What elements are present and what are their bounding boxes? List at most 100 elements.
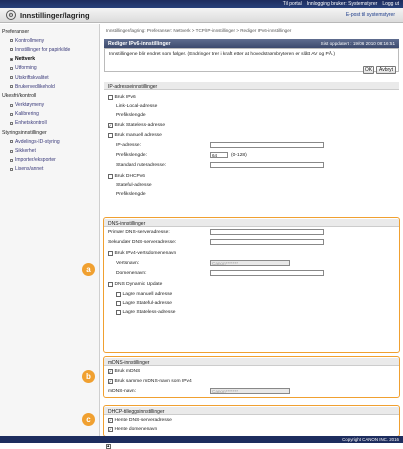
dhcp-domain-row: ✓ Hente domenenavn xyxy=(108,427,157,432)
ip-address-section: IP-adresseinnstillinger Bruk IPv6 Link-L… xyxy=(104,82,399,238)
prefix-length-field[interactable]: 64 xyxy=(210,152,228,158)
primary-dns-field[interactable] xyxy=(210,229,324,235)
dhcp-checkbox[interactable] xyxy=(108,174,113,179)
title-bar: ⚙ Innstillinger/lagring E-post til syste… xyxy=(0,8,403,23)
sidebar-group-management: Styringsinnstillinger xyxy=(2,129,47,136)
use-ipv4-host-checkbox[interactable] xyxy=(108,251,113,256)
breadcrumb: Innstillinger/lagring: Preferanser: Nett… xyxy=(106,28,292,33)
sidebar-item-user-maintenance[interactable]: Brukervedlikehold xyxy=(0,82,99,91)
ok-button[interactable]: OK xyxy=(363,66,374,74)
bullet-icon xyxy=(10,57,13,61)
dns-section: DNS-innstillinger Primær DNS-serveradres… xyxy=(104,219,399,351)
domain-name-label: Domenenavn: xyxy=(116,271,147,276)
app-window: Til portal Innlogging bruker: Systemstyr… xyxy=(0,0,403,449)
sidebar-item-label: Lisens/annet xyxy=(15,166,44,173)
use-ipv6-checkbox[interactable] xyxy=(108,95,113,100)
stateless-checkbox[interactable]: ✓ xyxy=(108,123,113,128)
sidebar-item-label: Sikkerhet xyxy=(15,148,36,155)
last-updated: Sist oppdatert : 19/06 2010 08:16:51 xyxy=(320,41,395,46)
dyn-update-row: DNS Dynamic Update xyxy=(108,282,162,287)
sidebar-item-import-export[interactable]: Importer/eksporter xyxy=(0,156,99,165)
stateful-label: Stateful-adresse xyxy=(116,183,152,188)
sidebar-item-label: Utforming xyxy=(15,65,37,72)
sidebar-item-department-id[interactable]: Avdelings-ID-styring xyxy=(0,137,99,146)
sidebar-item-label: Nettverk xyxy=(15,56,36,63)
sidebar-item-print-quality[interactable]: Utskriftskvalitet xyxy=(0,73,99,82)
sidebar-item-network[interactable]: Nettverk xyxy=(0,55,99,64)
primary-dns-label: Primær DNS-serveradresse: xyxy=(108,230,170,235)
dhcp-options-section: DHCP-tilleggsinnstillinger ✓ Hente DNS-se… xyxy=(104,407,399,435)
host-name-field[interactable]: Canon******* xyxy=(210,260,290,266)
marker-a: a xyxy=(82,263,95,276)
sidebar-group-preferences: Preferanser xyxy=(2,28,30,35)
prefix-length-field-label: Prefikslengde: xyxy=(116,153,147,158)
dhcp-domain-checkbox[interactable]: ✓ xyxy=(108,427,113,432)
dhcp-dns-addr-checkbox[interactable]: ✓ xyxy=(108,418,113,423)
reg-stateful-label: Lagre Stateful-adresse xyxy=(122,301,172,306)
use-mdns-checkbox[interactable]: ✓ xyxy=(108,369,113,374)
sidebar-item-label: Kontrollmeny xyxy=(15,37,45,44)
stateless-row: ✓ Bruk Stateless-adresse xyxy=(108,123,165,128)
portal-link[interactable]: Til portal xyxy=(283,1,302,7)
sidebar-item-security[interactable]: Sikkerhet xyxy=(0,146,99,155)
reg-stateless-checkbox[interactable] xyxy=(116,310,121,315)
ip-address-field[interactable] xyxy=(210,142,324,148)
manual-checkbox[interactable] xyxy=(108,133,113,138)
sidebar-item-label: Innstillinger for papirkilde xyxy=(15,46,71,53)
dhcp-label: Bruk DHCPv6 xyxy=(114,174,145,179)
prefix-range-label: (0-128) xyxy=(231,153,247,158)
footer-copyright: Copyright CANON INC. 2016 xyxy=(0,436,403,443)
reg-manual-checkbox[interactable] xyxy=(116,292,121,297)
ip-address-label: IP-adresse: xyxy=(116,143,142,148)
bullet-icon xyxy=(10,39,13,43)
sidebar-item-label: Utskriftskvalitet xyxy=(15,74,49,81)
host-name-label: Vertsnavn: xyxy=(116,261,140,266)
reg-stateful-checkbox[interactable] xyxy=(116,301,121,306)
logout-link[interactable]: Logg ut xyxy=(382,1,399,7)
bullet-icon xyxy=(10,121,13,125)
reg-manual-label: Lagre manuell adresse xyxy=(122,292,173,297)
use-ipv4-host-label: Bruk IPv4-vertsdomenenavn xyxy=(114,251,177,256)
bullet-icon xyxy=(10,140,13,144)
notice-text: Innstillingene blir endret som følger. (… xyxy=(109,52,336,57)
sidebar-item-tools-menu[interactable]: Verktøymeny xyxy=(0,101,99,110)
back-to-top-icon[interactable]: ▲ xyxy=(106,444,111,449)
manual-label: Bruk manuell adresse xyxy=(114,133,162,138)
mdns-section: mDNS-innstillinger ✓ Bruk mDNS ✓ Bruk samm… xyxy=(104,358,399,396)
sidebar-group-utility: Ukesfri/kontroll xyxy=(2,92,37,99)
sidebar-item-device-control[interactable]: Enhetskontroll xyxy=(0,119,99,128)
stateless-label: Bruk Stateless-adresse xyxy=(114,123,166,128)
sidebar-item-label: Enhetskontroll xyxy=(15,120,47,127)
sidebar-item-control-menu[interactable]: Kontrollmeny xyxy=(0,36,99,45)
secondary-dns-field[interactable] xyxy=(210,239,324,245)
bullet-icon xyxy=(10,158,13,162)
domain-name-field[interactable] xyxy=(210,270,324,276)
bullet-icon xyxy=(10,48,13,52)
router-address-field[interactable] xyxy=(210,162,324,168)
sidebar-item-layout[interactable]: Utforming xyxy=(0,64,99,73)
manual-row: Bruk manuell adresse xyxy=(108,133,162,138)
email-admin-link[interactable]: E-post til systemstyrer xyxy=(346,12,395,18)
bullet-icon xyxy=(10,149,13,153)
dyn-update-label: DNS Dynamic Update xyxy=(114,282,163,287)
sidebar-item-calibration[interactable]: Kalibrering xyxy=(0,110,99,119)
dyn-update-checkbox[interactable] xyxy=(108,282,113,287)
dhcp-domain-label: Hente domenenavn xyxy=(114,427,158,432)
login-user-label: Innlogging bruker: Systemstyrer xyxy=(306,1,378,7)
bullet-icon xyxy=(10,112,13,116)
bullet-icon xyxy=(10,66,13,70)
link-local-label: Link-Local-adresse xyxy=(116,104,158,109)
sidebar-item-label: Avdelings-ID-styring xyxy=(15,138,60,145)
same-mdns-checkbox[interactable]: ✓ xyxy=(108,379,113,384)
mdns-name-field[interactable]: Canon******* xyxy=(210,388,290,394)
dhcp-row: Bruk DHCPv6 xyxy=(108,174,145,179)
sidebar-item-license[interactable]: Lisens/annet xyxy=(0,165,99,174)
reg-stateless-row: Lagre Stateless-adresse xyxy=(116,310,176,315)
notice-box: Innstillingene blir endret som følger. (… xyxy=(104,48,399,72)
prefix-length-label: Prefikslengde xyxy=(116,113,146,118)
section-header: Rediger IPv6-innstillinger Sist oppdater… xyxy=(104,39,399,48)
marker-b: b xyxy=(82,370,95,383)
cancel-button[interactable]: Avbryt xyxy=(376,66,396,74)
sidebar-item-paper-source[interactable]: Innstillinger for papirkilde xyxy=(0,45,99,54)
ip-address-section-title: IP-adresseinnstillinger xyxy=(104,82,399,90)
